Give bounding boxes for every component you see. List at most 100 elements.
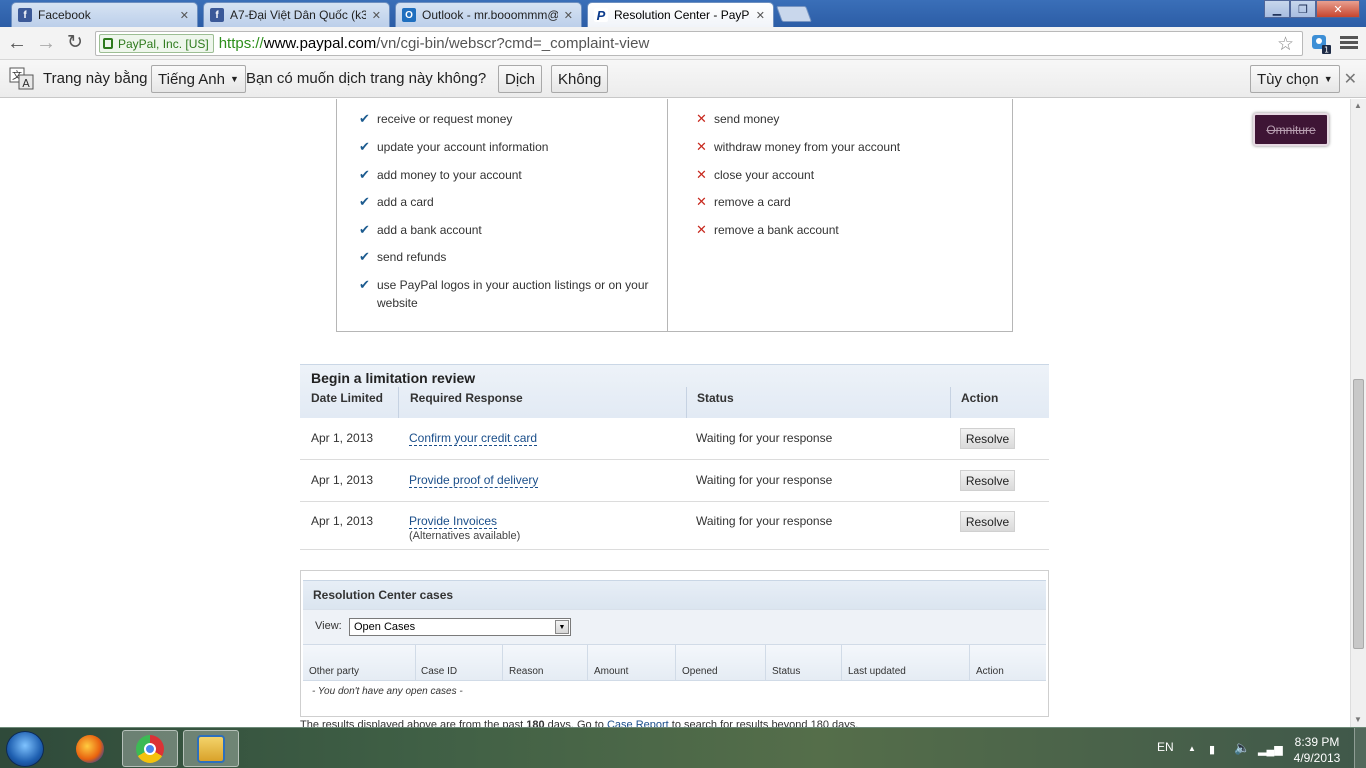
facebook-icon: f (210, 8, 224, 22)
column-header[interactable]: Status (772, 666, 800, 677)
tab-resolution-center[interactable]: P Resolution Center - PayPal ✕ (587, 2, 774, 27)
allowed-item-label: add money to your account (377, 168, 522, 182)
allowed-item-label: update your account information (377, 140, 549, 154)
start-button[interactable] (6, 731, 44, 767)
reload-button[interactable]: ↻ (64, 33, 86, 55)
translate-button[interactable]: Dịch (498, 65, 543, 93)
resolve-button[interactable]: Resolve (960, 428, 1015, 449)
column-header: Required Response (410, 391, 523, 405)
section-title: Begin a limitation review (311, 370, 476, 386)
url-text[interactable]: https://www.paypal.com/vn/cgi-bin/webscr… (219, 35, 650, 52)
show-hidden-icons-icon[interactable]: ▲ (1188, 744, 1196, 753)
chrome-icon (136, 734, 164, 763)
column-divider (675, 645, 676, 681)
omniture-button[interactable]: Omniture (1253, 113, 1329, 146)
scroll-thumb[interactable] (1353, 379, 1364, 649)
new-tab-button[interactable] (776, 6, 812, 22)
address-bar[interactable]: PayPal, Inc. [US] https://www.paypal.com… (95, 31, 1303, 56)
blocked-item: ✕ withdraw money from your account (696, 138, 996, 156)
allowed-item-label: add a card (377, 195, 434, 209)
bookmark-star-icon[interactable]: ☆ (1277, 33, 1294, 56)
allowed-item-label: add a bank account (377, 223, 482, 237)
close-icon[interactable]: ✕ (180, 9, 189, 22)
no-translate-button[interactable]: Không (551, 65, 609, 93)
allowed-item-label: receive or request money (377, 112, 513, 126)
signal-icon[interactable]: ▂▄▆ (1258, 743, 1283, 756)
translate-prefix: Trang này bằng (43, 70, 148, 87)
column-header[interactable]: Amount (594, 666, 628, 677)
required-response-link[interactable]: Provide proof of delivery (409, 473, 539, 488)
column-divider (969, 645, 970, 681)
column-divider (841, 645, 842, 681)
taskbar-firefox[interactable] (62, 730, 118, 767)
blocked-item: ✕ remove a card (696, 193, 996, 211)
allowed-item: ✔ send refunds (359, 248, 659, 266)
language-select[interactable]: Tiếng Anh ▼ (151, 65, 246, 93)
blocked-item-label: send money (714, 112, 780, 126)
language-value: Tiếng Anh (158, 70, 225, 88)
tab-group[interactable]: f A7-Đại Việt Dân Quốc (k3i ✕ (203, 2, 390, 27)
allowed-item: ✔ add a card (359, 193, 659, 211)
close-window-button[interactable]: ✕ (1316, 0, 1360, 18)
browser-toolbar: ← → ↻ PayPal, Inc. [US] https://www.payp… (0, 27, 1366, 60)
check-icon: ✔ (359, 167, 370, 182)
required-response-link[interactable]: Provide Invoices (409, 514, 498, 529)
tab-strip: f Facebook ✕ f A7-Đại Việt Dân Quốc (k3i… (0, 0, 1366, 27)
scroll-up-icon[interactable]: ▲ (1354, 101, 1362, 110)
close-icon[interactable]: ✕ (756, 9, 765, 22)
scroll-down-icon[interactable]: ▼ (1354, 715, 1362, 724)
column-header[interactable]: Other party (309, 666, 359, 677)
window-controls: ▁ ❐ ✕ (1264, 0, 1360, 18)
system-clock[interactable]: 8:39 PM 4/9/2013 (1290, 734, 1344, 766)
close-icon[interactable]: ✕ (564, 9, 573, 22)
blocked-item-label: remove a card (714, 195, 791, 209)
url-host: www.paypal.com (263, 35, 377, 52)
page-content: ✔ receive or request money ✔ update your a… (0, 99, 1350, 727)
view-select[interactable]: Open Cases ▼ (349, 618, 571, 636)
maximize-button[interactable]: ❐ (1290, 0, 1316, 18)
taskbar-chrome[interactable] (122, 730, 178, 767)
outlook-icon: O (402, 8, 416, 22)
column-header[interactable]: Action (976, 666, 1004, 677)
forward-button[interactable]: → (35, 33, 57, 55)
case-report-link[interactable]: Case Report (607, 719, 669, 727)
results-footer-note: The results displayed above are from the… (300, 719, 858, 727)
taskbar-explorer[interactable] (183, 730, 239, 767)
footer-text: to search for results beyond 180 days. (668, 719, 859, 727)
tab-title: Facebook (38, 8, 91, 22)
column-header[interactable]: Opened (682, 666, 718, 677)
column-header[interactable]: Last updated (848, 666, 906, 677)
chevron-down-icon: ▼ (1323, 74, 1333, 84)
footer-text: The results displayed above are from the… (300, 719, 527, 727)
footer-text: days. Go to (544, 719, 607, 727)
cross-icon: ✕ (696, 139, 707, 154)
allowed-item: ✔ add a bank account (359, 221, 659, 239)
network-icon[interactable]: ▮ (1209, 743, 1215, 756)
security-badge[interactable]: PayPal, Inc. [US] (99, 34, 214, 53)
column-header[interactable]: Case ID (421, 666, 457, 677)
page-scrollbar[interactable]: ▲ ▼ (1350, 99, 1366, 727)
paypal-icon: P (594, 8, 608, 23)
close-icon[interactable]: ✕ (372, 9, 381, 22)
show-desktop-button[interactable] (1354, 728, 1366, 768)
tab-facebook[interactable]: f Facebook ✕ (11, 2, 198, 27)
back-button[interactable]: ← (6, 33, 28, 55)
translate-options-button[interactable]: Tùy chọn ▼ (1250, 65, 1340, 93)
resolve-button[interactable]: Resolve (960, 511, 1015, 532)
required-response-link[interactable]: Confirm your credit card (409, 431, 538, 446)
volume-icon[interactable]: 🔈 (1234, 740, 1250, 756)
check-icon: ✔ (359, 139, 370, 154)
chrome-menu-icon[interactable] (1340, 34, 1358, 52)
check-icon: ✔ (359, 277, 370, 292)
chevron-down-icon[interactable]: ▼ (555, 620, 569, 634)
extension-icon[interactable]: 1 (1310, 33, 1332, 55)
allowed-actions: ✔ receive or request money ✔ update your a… (337, 99, 668, 331)
resolve-button[interactable]: Resolve (960, 470, 1015, 491)
column-header[interactable]: Reason (509, 666, 543, 677)
close-icon[interactable]: ✕ (1344, 69, 1357, 89)
tab-outlook[interactable]: O Outlook - mr.booommm@ ✕ (395, 2, 582, 27)
minimize-button[interactable]: ▁ (1264, 0, 1290, 18)
language-indicator[interactable]: EN (1157, 740, 1174, 754)
column-divider (415, 645, 416, 681)
check-icon: ✔ (359, 222, 370, 237)
